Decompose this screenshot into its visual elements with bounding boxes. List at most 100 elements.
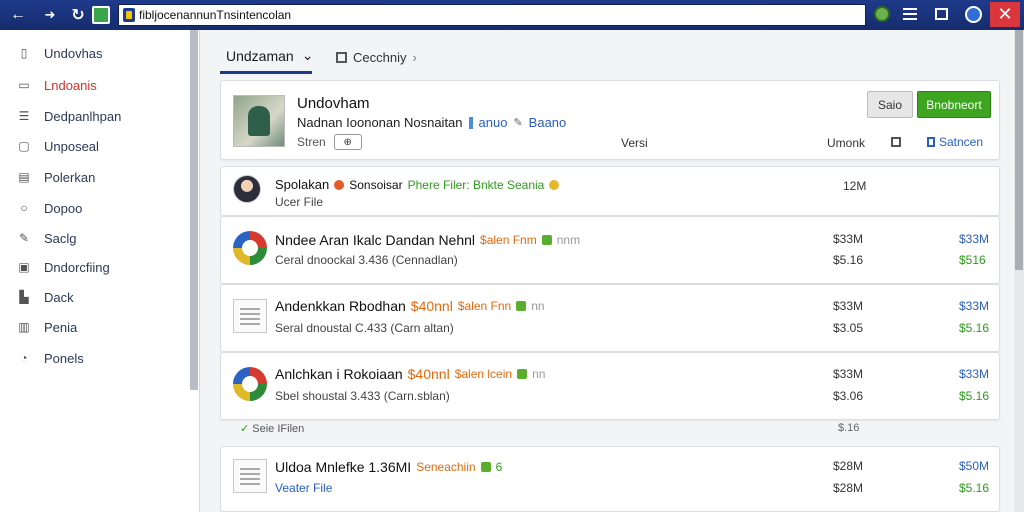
list-item[interactable]: Anlchkan i Rokoiaan $40nnl $alen lcein n… [220,352,1000,420]
sidebar-item-ponels[interactable]: ◔ Ponels [0,345,188,371]
tag-square-icon [480,462,491,472]
edit-icon [927,137,935,147]
row-value: $33M [833,299,864,313]
sidebar-item-label: Lndoanis [44,77,97,93]
tag-square-icon [517,369,528,379]
row-tag-secondary: $alen lcein [454,367,513,381]
row-tag: $40nnl [407,366,450,382]
sidebar-item-unposeal[interactable]: ▢ Unposeal [0,133,188,159]
sidebar-item-icon: ▤ [18,170,30,184]
sidebar-item-label: Saclg [44,230,77,246]
tab-label: Cecchniy [353,49,407,65]
row-tag-secondary: $alen Fnn [457,299,512,313]
sidebar-item-label: Penia [44,319,78,335]
sidebar-item-icon: ▥ [18,320,30,334]
sidebar-item-label: Dndorcfiing [44,259,110,275]
avatar [233,95,285,147]
close-button[interactable]: ✕ [990,2,1020,27]
home-icon[interactable] [92,6,110,24]
row-value-link[interactable]: $33M [959,232,989,246]
reload-icon[interactable]: ↻ [66,3,90,27]
tab-bar: Undzaman ⌄ Cecchniy › [220,40,423,76]
sidebar-item-icon: ☰ [18,109,30,123]
sidebar-item-penia[interactable]: ▥ Penia [0,314,188,340]
row-tag-secondary: Phere Filer: Bnkte Seania [407,177,545,192]
sidebar-item-icon: ◔ [20,351,28,365]
sidebar-item-icon: ▢ [18,139,30,153]
sidebar-item-icon: ✎ [18,231,30,245]
header-card: Undovham Nadnan Ioononan Nosnaitan anuo … [220,80,1000,160]
row-subtitle: Sbel shoustal 3.433 (Carn.sblan) [275,389,450,403]
maximize-icon[interactable] [935,8,948,20]
row-tag-tertiary: nn [531,299,545,313]
sidebar-item-polerkan[interactable]: ▤ Polerkan [0,164,188,190]
row-title: Andenkkan Rbodhan $40nnl $alen Fnn nn [275,298,545,314]
sidebar-item-icon: ▯ [20,46,28,60]
settings-link[interactable]: Satncen [927,135,983,149]
header-link-secondary[interactable]: Baano [529,115,567,130]
sidebar-item-saclg[interactable]: ✎ Saclg [0,225,188,251]
row-tag: Sonsoisar [349,177,403,192]
row-value-secondary: $28M [833,481,864,495]
address-bar[interactable]: fibljocenannunTnsintencolan [118,4,866,26]
sidebar-item-lndoanis[interactable]: ▭ Lndoanis [0,72,188,98]
tab-cecchniy[interactable]: Cecchniy › [330,40,423,74]
row-value-secondary: $5.16 [833,253,864,267]
sidebar-item-dedpanlhpan[interactable]: ☰ Dedpanlhpan [0,103,188,129]
row-value-secondary: $3.05 [833,321,864,335]
sidebar-item-label: Polerkan [44,169,96,185]
list-item[interactable]: Nndee Aran Ikalc Dandan Nehnl $alen Fnm … [220,216,1000,284]
list-item[interactable]: Uldoa Mnlefke 1.36MI Seneachiin 6 Veater… [220,446,1000,512]
tag-square-icon [516,301,527,311]
row-title: Nndee Aran Ikalc Dandan Nehnl $alen Fnm … [275,232,580,248]
shield-icon [123,8,135,22]
globe-icon[interactable] [965,6,982,23]
header-status: Stren ⊕ [297,134,362,150]
row-title-text: Andenkkan Rbodhan [275,298,406,314]
forward-arrow-icon[interactable]: ➜ [38,3,62,27]
row-subtitle: Ucer File [275,195,324,209]
sidebar-item-icon: ▙ [19,290,29,304]
tab-undzaman[interactable]: Undzaman ⌄ [220,40,314,74]
header-link[interactable]: anuo [479,115,508,130]
sidebar-item-undovhas[interactable]: ▯ Undovhas [0,40,188,66]
app-logo-icon [233,231,267,265]
page-title: Undovham [297,95,370,112]
row-subtitle[interactable]: Veater File [275,481,332,495]
menu-icon[interactable] [903,8,917,20]
row-tag-secondary: 6 [495,460,503,474]
chevron-right-icon: › [412,49,417,65]
row-value-link[interactable]: $33M [959,299,989,313]
row-title-text: Nndee Aran Ikalc Dandan Nehnl [275,232,476,248]
row-tag: $40nnl [410,298,453,314]
row-title: Anlchkan i Rokoiaan $40nnl $alen lcein n… [275,366,545,382]
row-tag: Seneachiin [416,460,476,474]
sidebar-item-label: Ponels [44,350,84,366]
sidebar-scrollbar[interactable] [190,30,198,390]
status-badge[interactable]: ⊕ [333,134,362,150]
primary-action-button[interactable]: Bnobneort [917,91,991,118]
sidebar-item-label: Dedpanlhpan [44,108,122,124]
square-icon[interactable] [891,137,901,147]
status-dot-icon [549,179,560,190]
sidebar-item-dopoo[interactable]: ○ Dopoo [0,195,188,221]
settings-link-label: Satncen [939,135,984,149]
scrollbar-thumb[interactable] [1015,30,1023,270]
list-item[interactable]: Spolakan Sonsoisar Phere Filer: Bnkte Se… [220,166,1000,216]
back-arrow-icon[interactable]: ← [6,3,30,27]
sidebar-item-icon: ○ [20,201,28,215]
save-button[interactable]: Saio [867,91,913,118]
extension-icon[interactable] [874,6,890,22]
row-value-link[interactable]: $33M [959,367,989,381]
column-header-version: Versi [621,136,648,150]
sidebar-item-dndorcfiing[interactable]: ▣ Dndorcfiing [0,254,188,280]
main-scrollbar[interactable] [1014,30,1024,512]
chevron-down-icon: ⌄ [301,47,314,63]
sidebar-item-label: Undovhas [44,45,103,61]
pencil-icon[interactable]: ✎ [513,116,522,129]
sidebar-item-dack[interactable]: ▙ Dack [0,284,188,310]
row-thumbnail [233,175,267,209]
row-size: 12M [843,179,867,193]
row-value-link[interactable]: $50M [959,459,989,473]
list-item[interactable]: Andenkkan Rbodhan $40nnl $alen Fnn nn Se… [220,284,1000,352]
